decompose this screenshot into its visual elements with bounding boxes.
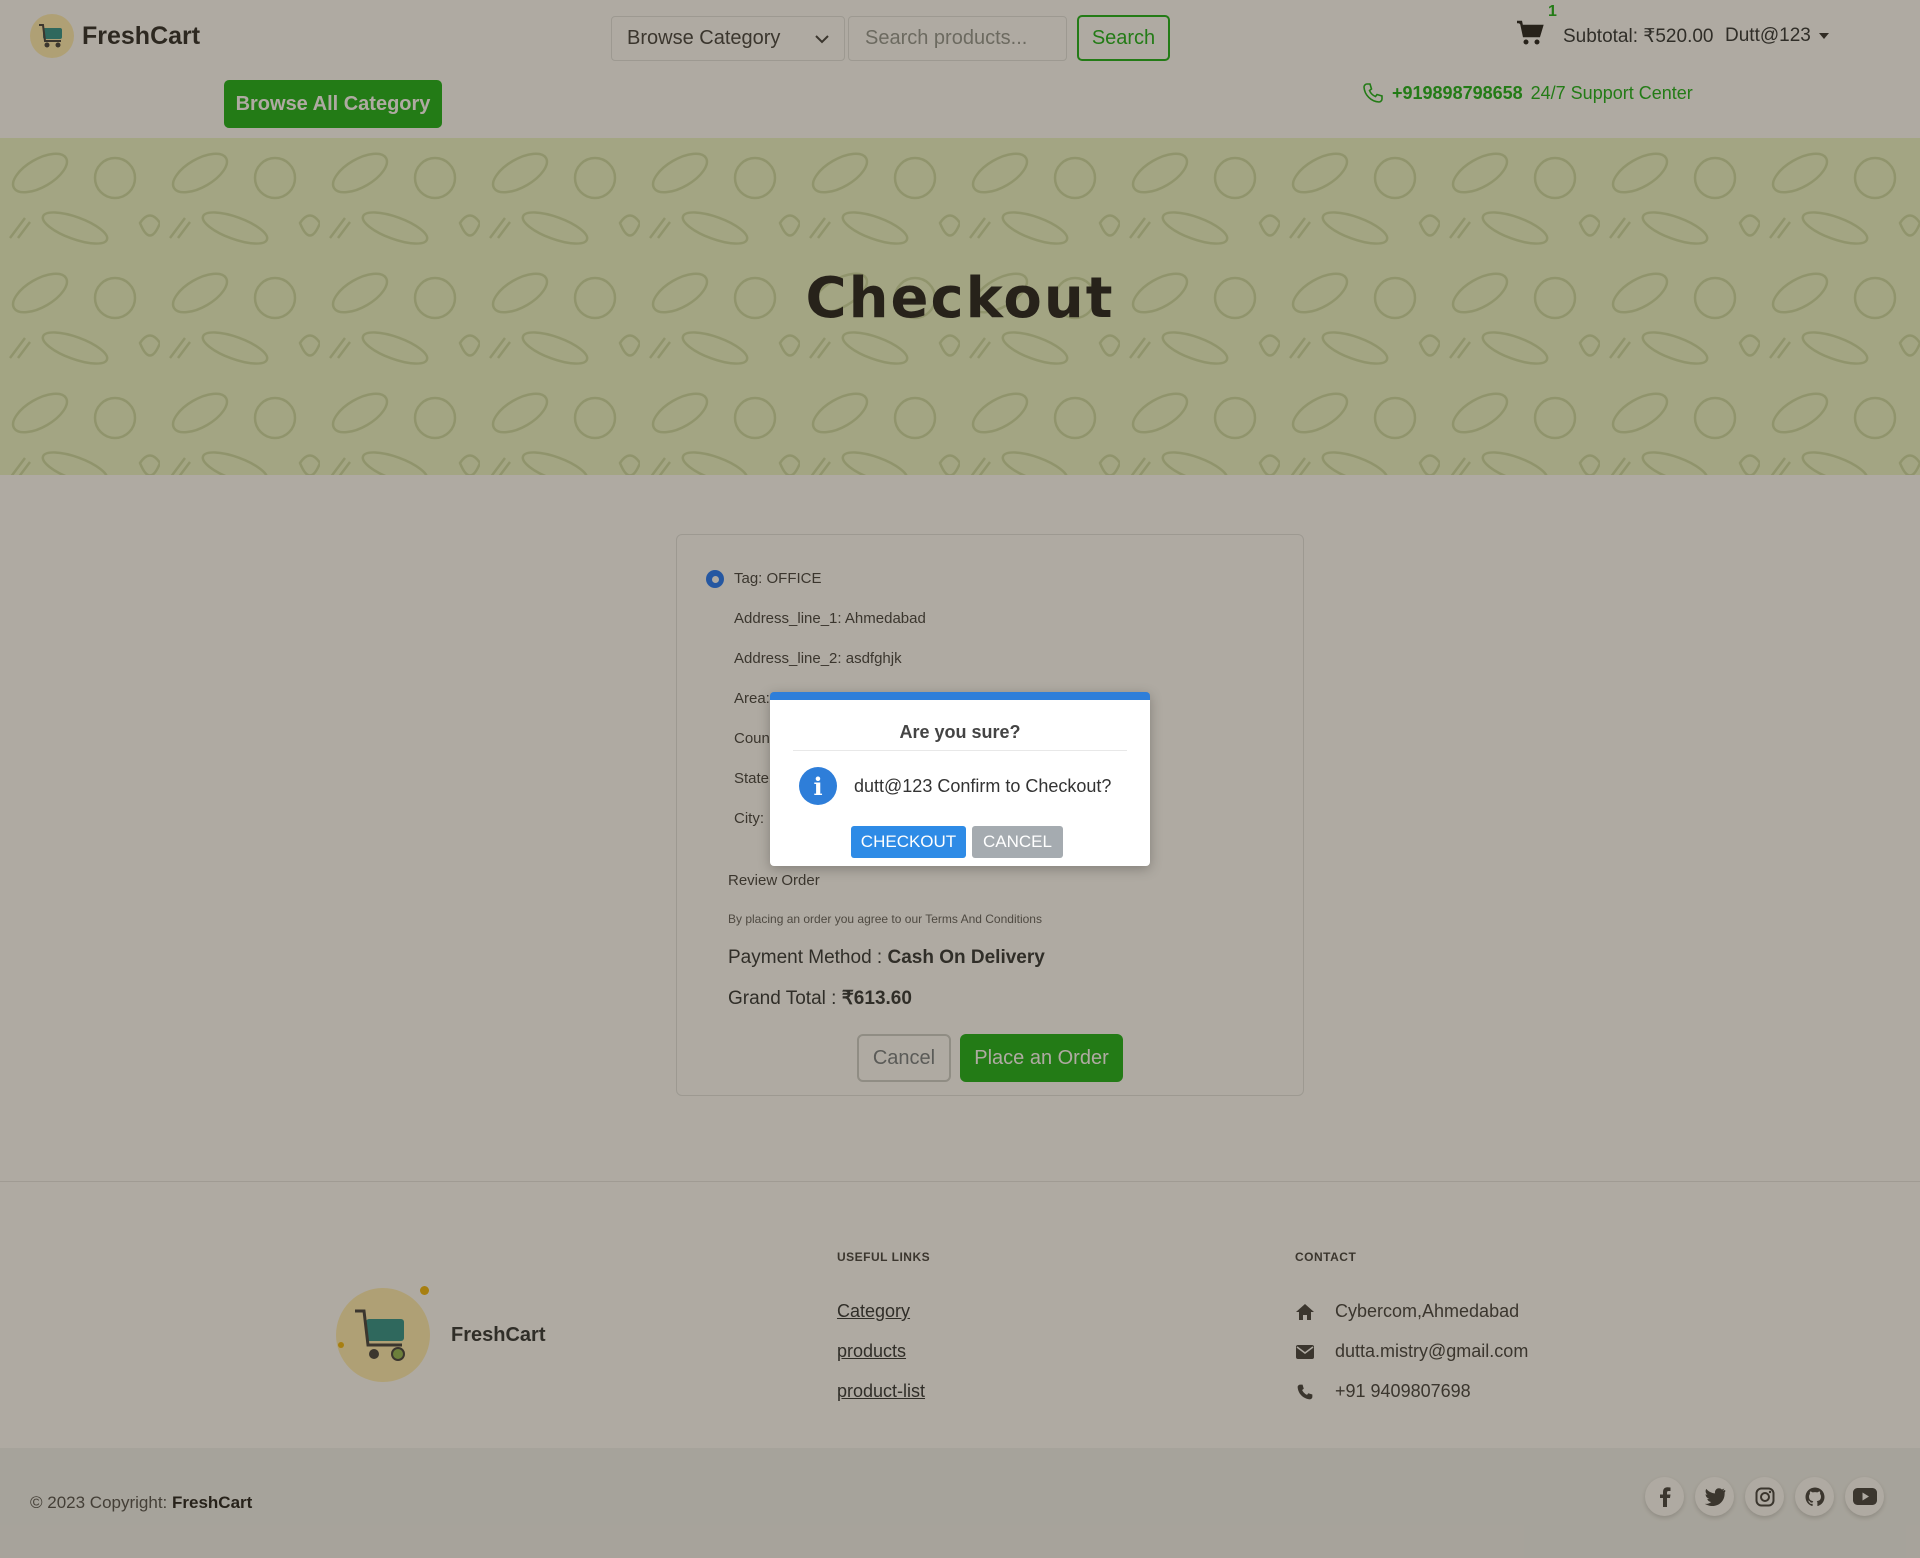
- info-icon: i: [799, 767, 837, 805]
- confirm-checkout-dialog: Are you sure? i dutt@123 Confirm to Chec…: [770, 692, 1150, 866]
- dialog-message: dutt@123 Confirm to Checkout?: [854, 776, 1112, 796]
- confirm-checkout-button[interactable]: CHECKOUT: [851, 826, 966, 858]
- dialog-cancel-button[interactable]: CANCEL: [972, 826, 1063, 858]
- dialog-divider: [793, 750, 1127, 751]
- dialog-title: Are you sure?: [899, 722, 1021, 742]
